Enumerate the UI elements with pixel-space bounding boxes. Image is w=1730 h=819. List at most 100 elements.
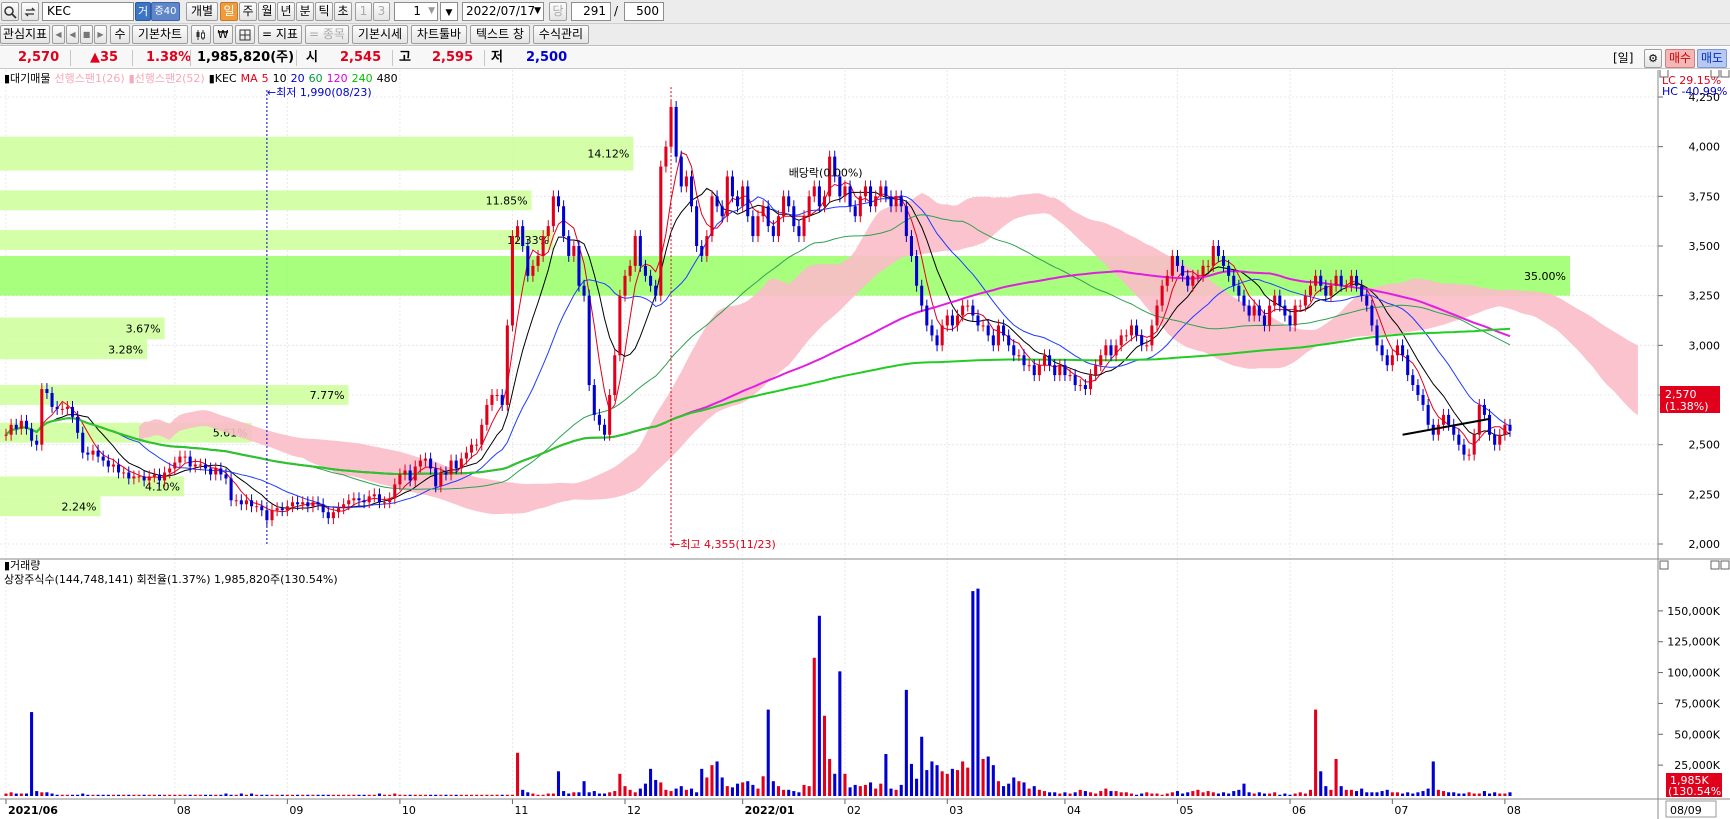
volume-bar [270,794,274,796]
period-tab[interactable]: 일 [220,2,238,21]
legend-item: 10 [273,72,287,85]
volume-bar [889,788,893,796]
search-icon[interactable] [1,2,19,21]
high-price: 2,595 [432,50,474,65]
candle-body [715,196,719,207]
volume-bar [1482,791,1486,796]
total-input[interactable]: 500 [624,2,664,21]
period-tab[interactable]: 분 [296,2,314,21]
candle-body [449,460,453,475]
volume-bar [659,782,663,796]
change-rate: 1.38% [146,50,192,65]
period-tab[interactable]: 틱 [315,2,333,21]
volume-bar [1058,793,1062,796]
candle-body [495,395,499,396]
volume-bar [464,794,468,796]
period-tab[interactable]: 초 [334,2,352,21]
volume-bar [1421,791,1425,796]
buy-button[interactable]: 매수 [1665,49,1695,68]
text-window-button[interactable]: 텍스트 창 [470,25,530,44]
n1-button[interactable]: 1 [355,2,372,21]
indicator-legend[interactable]: ▮대기매물 선행스팬1(26) ▮선행스팬2(52) ▮KEC MA 5 10 20 60 120… [4,72,398,85]
market-badge[interactable]: 거 [135,2,151,21]
symbol-input[interactable]: KEC [42,2,134,21]
candle-body [654,285,658,296]
candle-body [1196,275,1200,277]
basic-quote-button[interactable]: 기본시세 [352,25,408,44]
basic-chart-button[interactable]: 기본차트 [132,25,188,44]
volume-bar [480,794,484,796]
grid-icon[interactable] [235,25,255,44]
n3-button[interactable]: 3 [373,2,390,21]
watch-indicator-button[interactable]: 관심지표 [0,25,50,44]
candle-body [1175,255,1180,266]
add-item-button[interactable]: = 종목 [305,25,349,44]
volume-bar [1334,758,1338,796]
volume-bar [1211,792,1215,796]
candles-icon[interactable] [191,25,211,44]
volume-bar [285,794,289,796]
individual-mode-button[interactable]: 개별 [186,2,218,21]
stock-chart[interactable]: 2.24%4.10%5.61%7.77%3.28%3.67%35.00%12.3… [0,70,1730,819]
volume-bar [664,789,668,796]
candle-body [700,246,704,256]
candle-body [1007,335,1011,346]
candle-body [1298,305,1302,307]
candle-body [843,186,847,197]
high-annotation: ←최고 4,355(11/23) [671,538,776,551]
candle-body [1150,325,1154,346]
candle-body [1155,305,1159,326]
add-indicator-button[interactable]: = 지표 [258,25,302,44]
volume-bar [582,781,586,796]
volume-bar [971,591,975,796]
volume-profile-label: 3.28% [108,343,143,356]
candle-body [746,186,750,217]
chart-nav-button[interactable]: ▶ [94,25,107,44]
candle-body [423,458,428,461]
date-select[interactable]: 2022/07/17 ▼ [462,2,544,21]
candle-body [541,236,545,256]
chart-toolbar-button[interactable]: 차트툴바 [411,25,467,44]
volume-bar [1436,789,1440,796]
volume-bar [838,671,842,796]
open-price: 2,545 [340,50,382,65]
price-change: ▲35 [90,50,119,65]
candle-body [725,176,729,217]
candle-body [991,335,995,346]
volume-bar [730,787,734,796]
chart-nav-button[interactable]: ◀ [52,25,65,44]
formula-manager-button[interactable]: 수식관리 [533,25,589,44]
step-dropdown-button[interactable]: ▼ [440,2,458,21]
candle-body [357,498,361,501]
volume-bar [127,794,131,796]
candle-body [500,395,504,405]
won-icon[interactable]: ₩ [213,25,233,44]
modify-button[interactable]: 수 [110,25,130,44]
candle-body [1063,365,1067,376]
period-tab[interactable]: 월 [258,2,276,21]
settings-icon[interactable]: ⚙ [1644,49,1662,68]
count-input[interactable]: 291 [571,2,611,21]
candle-body [9,424,13,435]
volume-bar [311,794,315,796]
volume-bar [679,786,683,796]
refresh-icon[interactable] [21,2,39,21]
step-select[interactable]: 1 ▼ [394,2,438,21]
period-tab[interactable]: 주 [239,2,257,21]
sell-button[interactable]: 매도 [1697,49,1727,68]
candle-body [1421,395,1425,405]
candle-body [398,474,402,485]
volume-tag-rate: (130.54%) [1668,785,1726,798]
exchange-badge[interactable]: 증40 [151,2,180,21]
chart-nav-button[interactable]: ■ [80,25,93,44]
period-tab[interactable]: 년 [277,2,295,21]
volume-bar [147,794,151,796]
volume-bar [1303,793,1307,796]
volume-bar [1344,789,1348,796]
volume-bar [24,793,28,796]
volume-bar [771,781,775,796]
chart-nav-button[interactable]: ◀ [66,25,79,44]
volume-bar [1375,792,1379,796]
legend-item: ▮KEC [209,72,237,85]
volume-bar [955,770,960,796]
